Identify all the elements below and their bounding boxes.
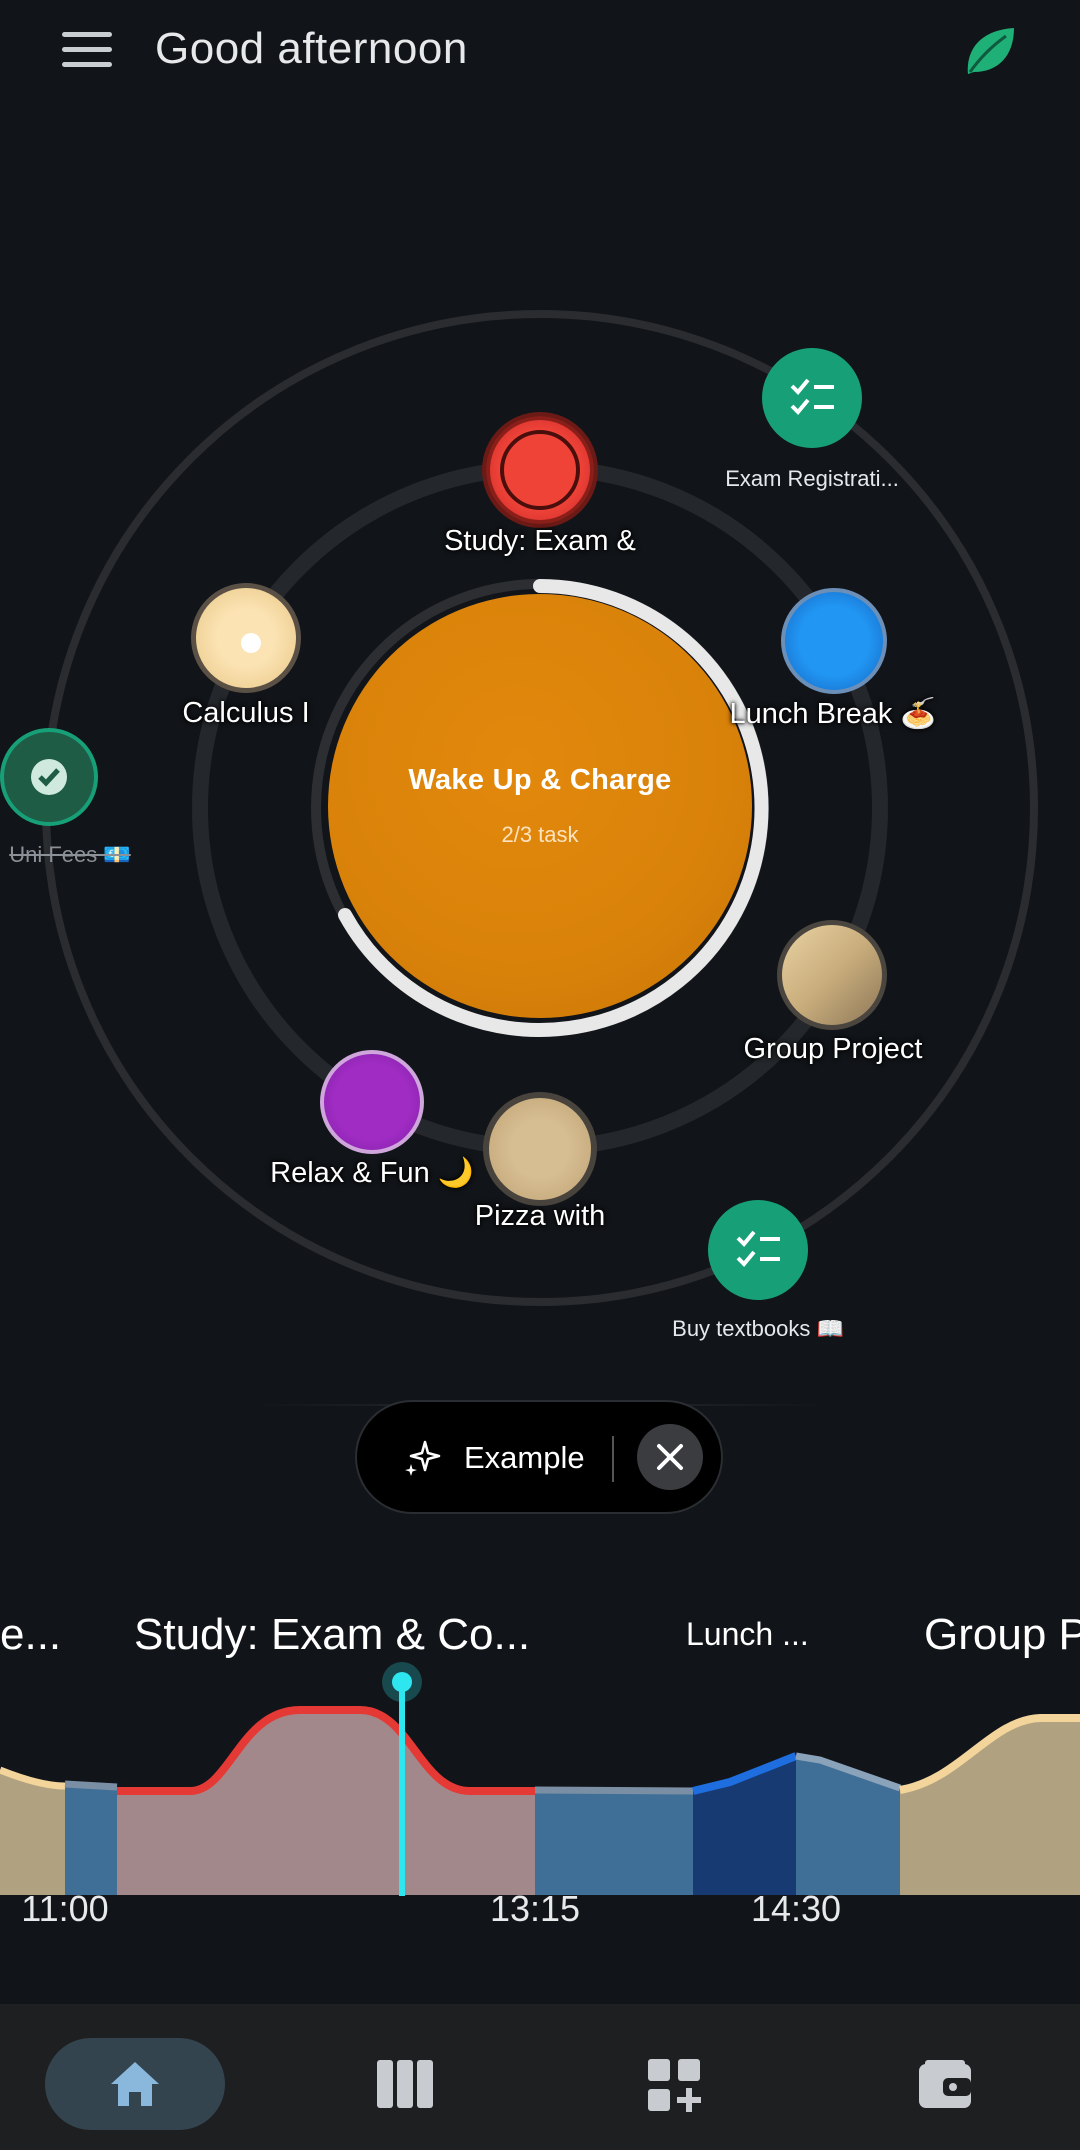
add-widget-icon bbox=[648, 2059, 701, 2112]
planet-label-pizza: Pizza with bbox=[474, 1200, 606, 1232]
timeline-label-group: Group P bbox=[924, 1610, 1080, 1659]
timeline-block-group bbox=[900, 1718, 1080, 1895]
planet-lunch[interactable] bbox=[781, 588, 887, 694]
timeline-block bbox=[535, 1790, 693, 1895]
planet-calculus[interactable] bbox=[191, 583, 301, 693]
planet-label-group-project: Group Project bbox=[743, 1033, 923, 1065]
greeting-title: Good afternoon bbox=[155, 24, 468, 73]
timeline-time-3: 14:30 bbox=[750, 1888, 842, 1929]
timeline-block bbox=[796, 1756, 900, 1895]
close-example-button[interactable] bbox=[637, 1424, 703, 1490]
nav-home[interactable] bbox=[45, 2038, 225, 2130]
planet-pizza[interactable] bbox=[483, 1092, 597, 1206]
board-icon bbox=[377, 2060, 433, 2108]
home-icon bbox=[111, 2062, 159, 2106]
task-label-buy-textbooks: Buy textbooks 📖 bbox=[672, 1316, 844, 1341]
example-pill[interactable]: Example bbox=[355, 1400, 723, 1514]
planet-study[interactable] bbox=[486, 416, 594, 524]
nav-add-widget[interactable] bbox=[585, 2038, 765, 2130]
close-icon bbox=[657, 1444, 683, 1470]
planet-label-calculus: Calculus I bbox=[182, 697, 310, 729]
bottom-nav bbox=[0, 2004, 1080, 2150]
timeline-label-lunch: Lunch ... bbox=[686, 1616, 809, 1652]
task-exam-registration[interactable] bbox=[762, 348, 862, 448]
timeline-block-study bbox=[117, 1710, 535, 1895]
planet-label-lunch: Lunch Break 🍝 bbox=[729, 698, 937, 730]
check-badge-icon bbox=[31, 759, 67, 795]
planet-label-relax: Relax & Fun 🌙 bbox=[270, 1157, 474, 1189]
planet-relax[interactable] bbox=[320, 1050, 424, 1154]
routine-title: Wake Up & Charge bbox=[408, 764, 672, 796]
timeline-label-prev: e... bbox=[0, 1610, 62, 1659]
current-routine-sun[interactable]: Wake Up & Charge 2/3 task bbox=[328, 594, 752, 1018]
pill-divider bbox=[612, 1436, 614, 1482]
timeline-time-2: 13:15 bbox=[489, 1888, 581, 1929]
timeline-time-1: 11:00 bbox=[21, 1888, 109, 1929]
example-label: Example bbox=[464, 1440, 585, 1475]
orbit-view: Wake Up & Charge 2/3 task Study: Exam & … bbox=[0, 300, 1080, 1400]
wallet-icon bbox=[919, 2060, 971, 2108]
task-uni-fees[interactable] bbox=[0, 728, 98, 826]
timeline-label-study: Study: Exam & Co... bbox=[134, 1610, 531, 1659]
planet-group-project[interactable] bbox=[777, 920, 887, 1030]
menu-icon[interactable] bbox=[58, 28, 118, 72]
task-buy-textbooks[interactable] bbox=[708, 1200, 808, 1300]
planet-label-study: Study: Exam & bbox=[444, 525, 636, 557]
routine-progress: 2/3 task bbox=[501, 822, 579, 847]
task-label-uni-fees: Uni Fees 💶 bbox=[9, 842, 131, 867]
leaf-icon[interactable] bbox=[960, 22, 1020, 82]
checklist-icon bbox=[790, 378, 834, 415]
nav-board[interactable] bbox=[315, 2038, 495, 2130]
nav-wallet[interactable] bbox=[855, 2038, 1035, 2130]
timeline-graph[interactable] bbox=[0, 1660, 1080, 1900]
checklist-icon bbox=[736, 1230, 780, 1267]
app-header: Good afternoon bbox=[0, 0, 1080, 110]
sparkle-icon bbox=[405, 1440, 441, 1476]
task-label-exam-registration: Exam Registrati... bbox=[725, 466, 899, 491]
timeline-block bbox=[65, 1784, 117, 1895]
